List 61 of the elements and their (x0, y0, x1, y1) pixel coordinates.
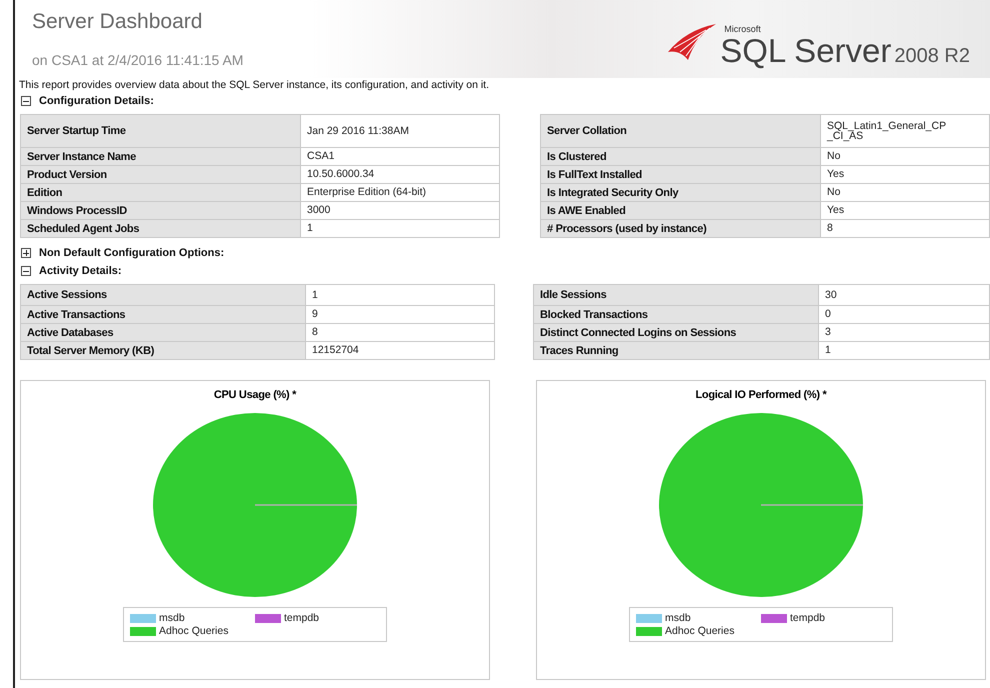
label-cell: Server Startup Time (20, 114, 300, 148)
collapse-icon[interactable] (21, 266, 31, 276)
value-cell: No (820, 148, 990, 166)
label-cell: Edition (20, 184, 300, 202)
label-cell: Active Databases (20, 324, 306, 342)
value-cell: 9 (306, 306, 494, 324)
label-cell: Is AWE Enabled (540, 202, 820, 220)
value-cell: Yes (820, 166, 990, 184)
value-cell: 3000 (300, 202, 500, 220)
label-cell: # Processors (used by instance) (540, 220, 820, 238)
value-cell: No (820, 184, 990, 202)
label-cell: Is Clustered (540, 148, 820, 166)
label-cell: Active Sessions (20, 284, 306, 306)
chart-title: Logical IO Performed (%) * (696, 389, 826, 401)
value-cell: 3 (818, 324, 990, 342)
label-cell: Blocked Transactions (534, 306, 818, 324)
report-description: This report provides overview data about the SQL Server instance, its configuration, and activity on it. (18, 78, 490, 92)
value-cell: CSA1 (300, 148, 500, 166)
logo-product: SQL Server (720, 34, 892, 67)
logo-brand: Microsoft (724, 24, 762, 34)
label-cell: Idle Sessions (534, 284, 818, 306)
value-cell: SQL_Latin1_General_CP _CI_AS (820, 114, 990, 148)
logo-version: 2008 R2 (894, 45, 970, 68)
value-cell: 30 (818, 284, 990, 306)
report-subtitle: on CSA1 at 2/4/2016 11:41:15 AM (32, 52, 244, 68)
legend-label: msdb (665, 612, 691, 624)
collapse-icon[interactable] (21, 96, 31, 106)
legend-label: tempdb (284, 612, 320, 624)
section-heading: Non Default Configuration Options: (39, 247, 224, 259)
legend-label: msdb (159, 612, 185, 624)
value-cell: Yes (820, 202, 990, 220)
value-cell: 12152704 (306, 342, 494, 360)
value-cell: Enterprise Edition (64-bit) (300, 184, 500, 202)
label-cell: Total Server Memory (KB) (20, 342, 306, 360)
legend-label: Adhoc Queries (665, 625, 734, 637)
label-cell: Active Transactions (20, 306, 306, 324)
label-cell: Distinct Connected Logins on Sessions (534, 324, 818, 342)
label-cell: Scheduled Agent Jobs (20, 220, 300, 238)
section-heading: Configuration Details: (39, 95, 154, 107)
value-cell: 0 (818, 306, 990, 324)
value-cell: 8 (306, 324, 494, 342)
label-cell: Product Version (20, 166, 300, 184)
label-cell: Server Instance Name (20, 148, 300, 166)
legend-label: tempdb (790, 612, 826, 624)
label-cell: Windows ProcessID (20, 202, 300, 220)
value-cell: 1 (306, 284, 494, 306)
chart-title: CPU Usage (%) * (214, 389, 296, 401)
value-cell: 8 (820, 220, 990, 238)
logo-icon (666, 22, 718, 62)
section-heading: Activity Details: (39, 265, 122, 277)
legend-label: Adhoc Queries (159, 625, 228, 637)
value-cell: 1 (818, 342, 990, 360)
value-cell: 1 (300, 220, 500, 238)
label-cell: Is Integrated Security Only (540, 184, 820, 202)
report-title: Server Dashboard (32, 10, 204, 34)
label-cell: Traces Running (534, 342, 818, 360)
value-cell: 10.50.6000.34 (300, 166, 500, 184)
expand-icon[interactable] (21, 248, 31, 258)
label-cell: Is FullText Installed (540, 166, 820, 184)
value-cell: Jan 29 2016 11:38AM (300, 114, 500, 148)
label-cell: Server Collation (540, 114, 820, 148)
